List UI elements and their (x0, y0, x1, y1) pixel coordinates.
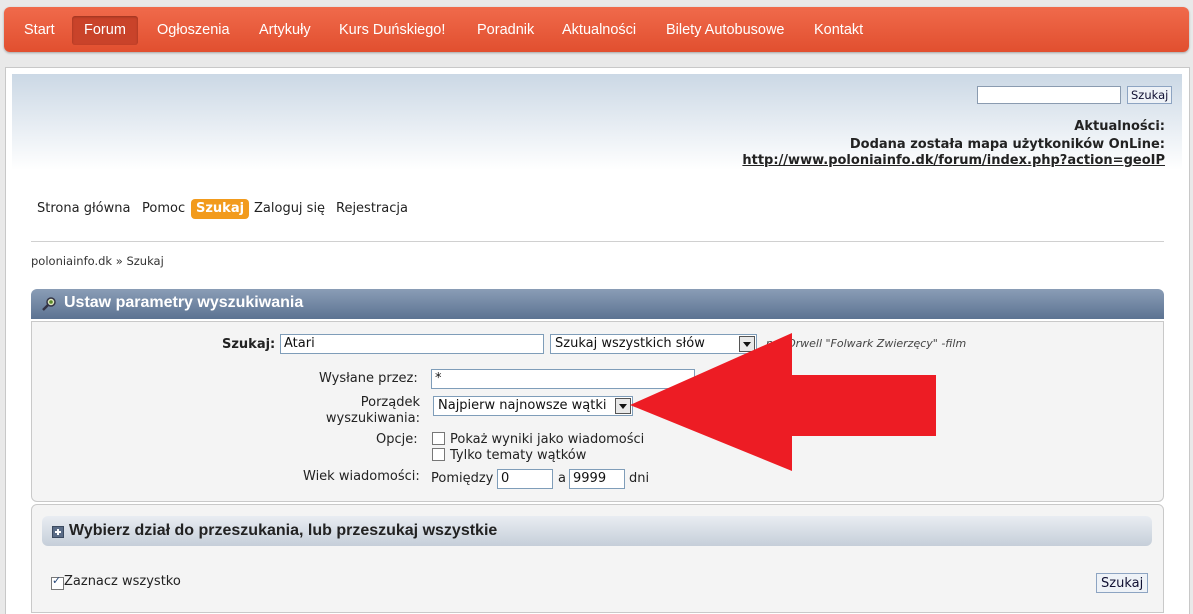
boards-panel: Wybierz dział do przeszukania, lub przes… (31, 504, 1164, 613)
chevron-down-icon (615, 398, 631, 414)
expand-icon[interactable] (52, 526, 64, 538)
options-label: Opcje: (376, 432, 418, 447)
order-label-line1: Porządek (360, 395, 420, 410)
divider (31, 241, 1164, 242)
subjects-only-label: Tylko tematy wątków (450, 448, 587, 463)
nav-artykuly[interactable]: Artykuły (247, 16, 323, 45)
nav-ogloszenia[interactable]: Ogłoszenia (145, 16, 242, 45)
menu-help[interactable]: Pomoc (142, 199, 185, 219)
show-as-messages-checkbox[interactable] (432, 432, 445, 445)
age-min-input[interactable]: 0 (497, 469, 553, 489)
age-between-label: Pomiędzy (431, 471, 494, 486)
menu-search[interactable]: Szukaj (191, 199, 250, 219)
forum-header: Szukaj Aktualności: Dodana została mapa … (12, 74, 1182, 170)
red-arrow-annotation (630, 333, 936, 471)
boards-header[interactable]: Wybierz dział do przeszukania, lub przes… (42, 516, 1152, 546)
order-label-line2: wyszukiwania: (325, 411, 420, 426)
menu-login[interactable]: Zaloguj się (254, 199, 325, 219)
age-max-input[interactable]: 9999 (569, 469, 625, 489)
menu-register[interactable]: Rejestracja (336, 199, 408, 219)
nav-poradnik[interactable]: Poradnik (465, 16, 546, 45)
select-all-checkbox[interactable] (51, 574, 64, 590)
nav-start[interactable]: Start (12, 16, 67, 45)
breadcrumb-current[interactable]: Szukaj (126, 254, 163, 268)
top-navigation-bar: Start Forum Ogłoszenia Artykuły Kurs Duń… (4, 7, 1189, 52)
news-title: Aktualności: (1074, 119, 1165, 134)
nav-aktualnosci[interactable]: Aktualności (550, 16, 648, 45)
breadcrumb: poloniainfo.dk » Szukaj (31, 254, 164, 268)
quick-search-button[interactable]: Szukaj (1127, 86, 1173, 104)
news-text: Dodana została mapa użytkoników OnLine: (849, 137, 1165, 152)
nav-bilety-autobusowe[interactable]: Bilety Autobusowe (654, 16, 797, 45)
menu-home[interactable]: Strona główna (37, 199, 130, 219)
submit-search-button[interactable]: Szukaj (1096, 573, 1149, 593)
nav-kurs-dunskiego[interactable]: Kurs Duńskiego! (327, 16, 457, 45)
search-query-input[interactable]: Atari (280, 334, 544, 354)
age-unit-label: dni (629, 471, 650, 486)
search-params-panel: Szukaj: Atari Szukaj wszystkich słów np.… (31, 321, 1164, 502)
subjects-only-checkbox[interactable] (432, 448, 445, 461)
search-params-title: Ustaw parametry wyszukiwania (64, 294, 304, 311)
posted-by-label: Wysłane przez: (319, 371, 418, 386)
boards-title: Wybierz dział do przeszukania, lub przes… (69, 522, 498, 539)
breadcrumb-home[interactable]: poloniainfo.dk (31, 254, 112, 268)
nav-kontakt[interactable]: Kontakt (802, 16, 875, 45)
age-and-label: a (558, 471, 566, 486)
search-tool-icon (42, 297, 56, 311)
news-link[interactable]: http://www.poloniainfo.dk/forum/index.ph… (742, 153, 1165, 168)
search-params-header: Ustaw parametry wyszukiwania (31, 289, 1164, 319)
order-select[interactable]: Najpierw najnowsze wątki (433, 396, 633, 416)
show-as-messages-label: Pokaż wyniki jako wiadomości (450, 432, 645, 447)
nav-forum[interactable]: Forum (72, 16, 138, 45)
message-age-label: Wiek wiadomości: (303, 469, 420, 484)
search-label: Szukaj: (222, 337, 276, 352)
breadcrumb-separator: » (115, 254, 123, 268)
page-container: Szukaj Aktualności: Dodana została mapa … (5, 67, 1190, 614)
select-all-label: Zaznacz wszystko (64, 574, 181, 589)
order-value: Najpierw najnowsze wątki (438, 398, 607, 413)
quick-search-input[interactable] (977, 86, 1121, 104)
